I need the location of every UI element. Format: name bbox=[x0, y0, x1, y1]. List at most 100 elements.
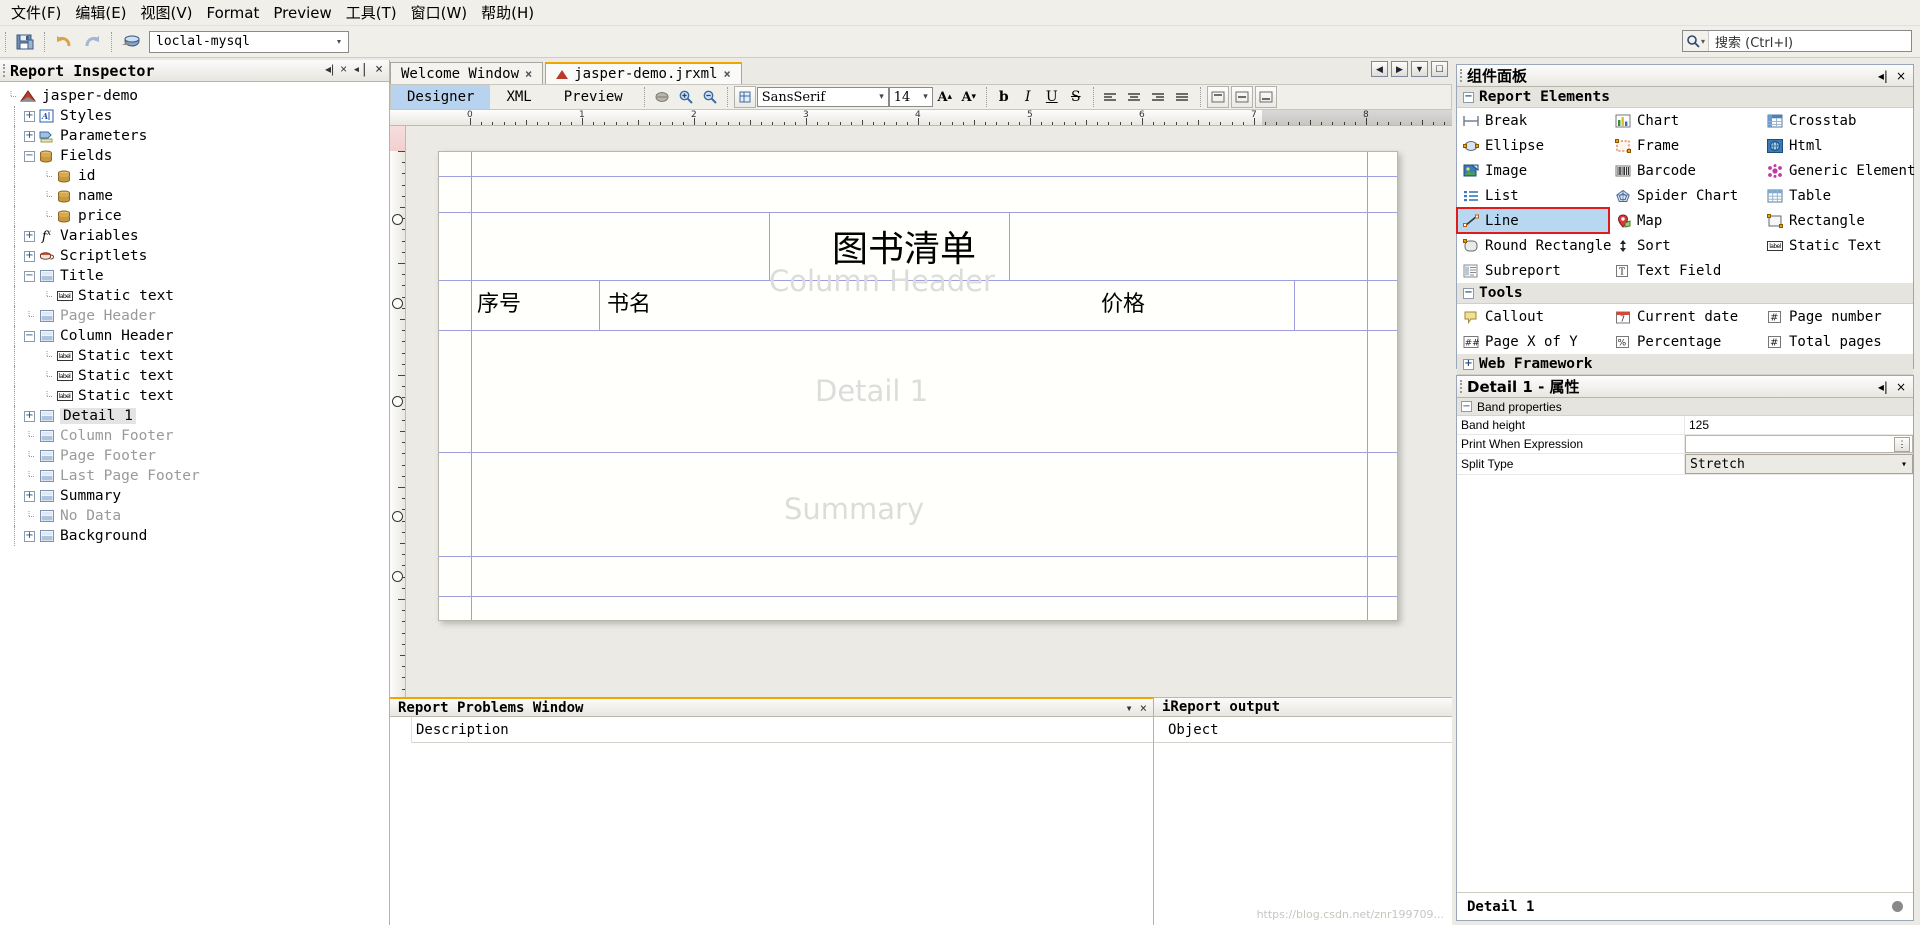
close-icon[interactable]: × bbox=[724, 67, 731, 81]
band-marker-title[interactable] bbox=[392, 214, 403, 225]
tree-expand-icon[interactable]: + bbox=[24, 531, 35, 542]
view-tab-designer[interactable]: Designer bbox=[391, 85, 490, 109]
band-line-detail-bottom[interactable] bbox=[439, 452, 1397, 453]
property-row-band-height[interactable]: Band height 125 bbox=[1457, 416, 1913, 435]
menu-preview[interactable]: Preview bbox=[266, 2, 338, 24]
property-value-split-type[interactable]: Stretch ▾ bbox=[1685, 454, 1913, 474]
collapse-icon[interactable]: − bbox=[1461, 401, 1472, 412]
tree-item-variables[interactable]: +fxVariables bbox=[6, 226, 389, 246]
tree-item-name[interactable]: name bbox=[6, 186, 389, 206]
problems-column-header[interactable]: Description bbox=[390, 717, 1153, 743]
palette-item-subreport[interactable]: Subreport bbox=[1457, 258, 1609, 283]
menu-help[interactable]: 帮助(H) bbox=[474, 0, 541, 25]
align-left-button[interactable] bbox=[1100, 86, 1122, 108]
band-line-title-top[interactable] bbox=[439, 176, 1397, 177]
tree-expand-icon[interactable]: + bbox=[24, 491, 35, 502]
palette-item-total-pages[interactable]: #Total pages bbox=[1761, 329, 1913, 354]
band-line-column-header-bottom[interactable] bbox=[439, 330, 1397, 331]
tree-expand-icon[interactable]: + bbox=[24, 111, 35, 122]
close-panel-icon[interactable]: × bbox=[1896, 380, 1906, 394]
palette-item-text-field[interactable]: TText Field bbox=[1609, 258, 1761, 283]
tree-item-jasper-demo[interactable]: jasper-demo bbox=[6, 86, 389, 106]
tree-collapse-icon[interactable]: − bbox=[24, 151, 35, 162]
search-input[interactable]: ▾ 搜索 (Ctrl+I) bbox=[1682, 30, 1912, 52]
zoom-out-button[interactable] bbox=[699, 86, 721, 108]
collapse-icon[interactable]: − bbox=[1463, 288, 1474, 299]
tree-item-scriptlets[interactable]: +Scriptlets bbox=[6, 246, 389, 266]
increase-font-size-button[interactable]: A▴ bbox=[934, 86, 956, 108]
tree-item-last-page-footer[interactable]: Last Page Footer bbox=[6, 466, 389, 486]
minimize-panel-icon[interactable]: ◂| bbox=[1878, 380, 1888, 394]
palette-item-page-x-of-y[interactable]: ##Page X of Y bbox=[1457, 329, 1609, 354]
close-left-icon[interactable]: × bbox=[340, 62, 347, 76]
report-tree[interactable]: jasper-demo+AStyles+Parameters−Fieldsidn… bbox=[0, 82, 389, 925]
palette-section-tools[interactable]: −Tools bbox=[1457, 283, 1913, 304]
palette-item-spider-chart[interactable]: Spider Chart bbox=[1609, 183, 1761, 208]
tree-item-no-data[interactable]: No Data bbox=[6, 506, 389, 526]
close-icon[interactable]: × bbox=[525, 67, 532, 81]
tree-expand-icon[interactable]: + bbox=[24, 131, 35, 142]
palette-item-generic-element[interactable]: Generic Element bbox=[1761, 158, 1913, 183]
property-value-print-when-expression[interactable]: ⋮ bbox=[1685, 435, 1913, 453]
save-all-button[interactable] bbox=[12, 30, 38, 54]
output-column-header[interactable]: Object bbox=[1154, 717, 1452, 743]
tab-list-dropdown-button[interactable]: ▼ bbox=[1411, 61, 1428, 77]
close-icon[interactable]: × bbox=[1140, 701, 1147, 715]
drag-handle-dots[interactable] bbox=[1460, 380, 1462, 393]
palette-item-ellipse[interactable]: Ellipse bbox=[1457, 133, 1609, 158]
scroll-tabs-right-button[interactable]: ▶ bbox=[1391, 61, 1408, 77]
tree-item-fields[interactable]: −Fields bbox=[6, 146, 389, 166]
menu-format[interactable]: Format bbox=[200, 2, 267, 24]
band-line-page-bottom[interactable] bbox=[439, 596, 1397, 597]
strikethrough-button[interactable]: S bbox=[1065, 86, 1087, 108]
close-panel-icon[interactable]: × bbox=[1896, 69, 1906, 83]
maximize-editor-button[interactable]: ☐ bbox=[1431, 61, 1448, 77]
palette-section-report-elements[interactable]: −Report Elements bbox=[1457, 87, 1913, 108]
palette-item-callout[interactable]: Callout bbox=[1457, 304, 1609, 329]
report-title-text[interactable]: 图书清单 bbox=[784, 220, 1024, 272]
redo-button[interactable] bbox=[79, 30, 105, 54]
collapse-left-icon[interactable]: ◂| bbox=[325, 62, 334, 76]
palette-item-crosstab[interactable]: Crosstab bbox=[1761, 108, 1913, 133]
palette-item-list[interactable]: List bbox=[1457, 183, 1609, 208]
tab-jasper-demo-jrxml[interactable]: jasper-demo.jrxml × bbox=[545, 62, 742, 84]
output-list[interactable] bbox=[1154, 743, 1452, 925]
tree-item-page-footer[interactable]: Page Footer bbox=[6, 446, 389, 466]
tab-welcome-window[interactable]: Welcome Window × bbox=[390, 62, 543, 84]
palette-item-table[interactable]: Table bbox=[1761, 183, 1913, 208]
column-header-text-3[interactable]: 价格 bbox=[1101, 286, 1145, 318]
align-bottom-button[interactable] bbox=[1255, 86, 1277, 108]
palette-item-percentage[interactable]: %Percentage bbox=[1609, 329, 1761, 354]
underline-button[interactable]: U bbox=[1041, 86, 1063, 108]
minimize-panel-icon[interactable]: ◂| bbox=[1878, 69, 1888, 83]
property-row-print-when-expression[interactable]: Print When Expression ⋮ bbox=[1457, 435, 1913, 454]
view-tab-xml[interactable]: XML bbox=[490, 85, 547, 109]
drag-handle-dots[interactable] bbox=[1460, 69, 1462, 82]
palette-item-break[interactable]: Break bbox=[1457, 108, 1609, 133]
minimize-panel-icon[interactable]: ◂| bbox=[353, 62, 369, 77]
font-size-combo[interactable]: 14 ▾ bbox=[889, 87, 933, 107]
menu-edit[interactable]: 编辑(E) bbox=[68, 0, 133, 25]
tree-item-column-header[interactable]: −Column Header bbox=[6, 326, 389, 346]
palette-item-frame[interactable]: Frame bbox=[1609, 133, 1761, 158]
database-connection-icon[interactable] bbox=[118, 30, 144, 54]
design-canvas[interactable]: Column Header Detail 1 Summary 图书清单 序号 书… bbox=[406, 126, 1452, 697]
palette-item-current-date[interactable]: 7Current date bbox=[1609, 304, 1761, 329]
menu-window[interactable]: 窗口(W) bbox=[404, 0, 475, 25]
palette-item-chart[interactable]: Chart bbox=[1609, 108, 1761, 133]
collapse-icon[interactable]: − bbox=[1463, 92, 1474, 103]
band-properties-section-header[interactable]: − Band properties bbox=[1457, 398, 1913, 416]
band-line-summary-bottom[interactable] bbox=[439, 556, 1397, 557]
align-center-button[interactable] bbox=[1124, 86, 1146, 108]
palette-item-html[interactable]: Html bbox=[1761, 133, 1913, 158]
tree-item-static-text[interactable]: labelStatic text bbox=[6, 386, 389, 406]
palette-item-map[interactable]: Map bbox=[1609, 208, 1761, 233]
property-value-band-height[interactable]: 125 bbox=[1685, 416, 1913, 434]
tree-item-price[interactable]: price bbox=[6, 206, 389, 226]
menu-file[interactable]: 文件(F) bbox=[4, 0, 68, 25]
property-row-split-type[interactable]: Split Type Stretch ▾ bbox=[1457, 454, 1913, 475]
view-tab-preview[interactable]: Preview bbox=[548, 85, 639, 109]
palette-item-sort[interactable]: Sort bbox=[1609, 233, 1761, 258]
tree-item-static-text[interactable]: labelStatic text bbox=[6, 366, 389, 386]
palette-item-rectangle[interactable]: Rectangle bbox=[1761, 208, 1913, 233]
